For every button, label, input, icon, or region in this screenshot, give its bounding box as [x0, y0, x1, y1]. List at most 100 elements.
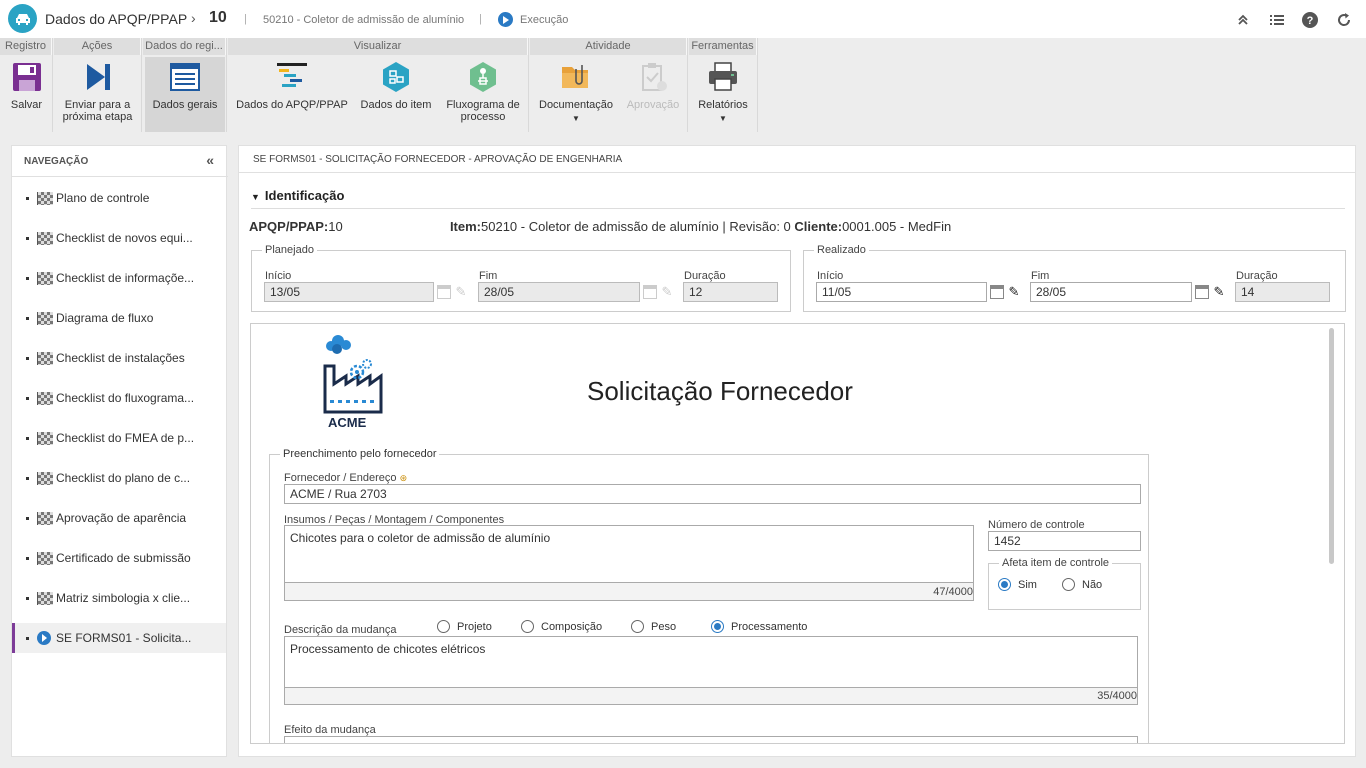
clear-brush-icon[interactable]: ✎	[1007, 285, 1021, 299]
checkered-flag-icon	[37, 391, 53, 405]
main-panel: SE FORMS01 - SOLICITAÇÃO FORNECEDOR - AP…	[238, 145, 1356, 757]
change-effect-textarea[interactable]	[284, 736, 1138, 743]
radio-composicao[interactable]: Composição	[521, 620, 602, 633]
radio-label: Processamento	[731, 620, 808, 633]
folder-clip-icon	[560, 61, 592, 93]
record-description: 50210 - Coletor de admissão de alumínio	[263, 14, 465, 26]
svg-text:?: ?	[1307, 15, 1314, 27]
nav-item-checklist-novos-equipamentos[interactable]: Checklist de novos equi...	[12, 223, 226, 253]
bullet	[26, 356, 29, 360]
radio-selected	[998, 578, 1011, 591]
supplier-field[interactable]: ACME / Rua 2703	[284, 484, 1141, 504]
floppy-disk-icon	[11, 61, 43, 93]
radio-label: Sim	[1018, 578, 1037, 591]
control-number-label: Número de controle	[988, 519, 1085, 531]
radio-peso[interactable]: Peso	[631, 620, 676, 633]
radio-label: Composição	[541, 620, 603, 633]
change-description-textarea[interactable]: Processamento de chicotes elétricos	[284, 636, 1138, 688]
char-counter-bar	[284, 583, 974, 601]
nav-item-diagrama-fluxo[interactable]: Diagrama de fluxo	[12, 303, 226, 333]
reports-button[interactable]: Relatórios ▼	[689, 57, 757, 132]
nav-item-checklist-fluxograma[interactable]: Checklist do fluxograma...	[12, 383, 226, 413]
radio-sim[interactable]: Sim	[998, 578, 1037, 591]
ribbon-toolbar: Registro Salvar Ações Enviar para a próx…	[0, 38, 1366, 132]
nav-item-checklist-fmea[interactable]: Checklist do FMEA de p...	[12, 423, 226, 453]
radio-projeto[interactable]: Projeto	[437, 620, 492, 633]
nav-item-matriz-simbologia[interactable]: Matriz simbologia x clie...	[12, 583, 226, 613]
item-data-label: Dados do item	[360, 99, 432, 111]
nav-item-label: Checklist de informaçõe...	[56, 271, 195, 285]
calendar-icon	[437, 285, 451, 299]
ribbon-group-dados-registro: Dados do regi... Dados gerais	[143, 38, 227, 132]
clear-brush-icon: ✎	[455, 284, 467, 299]
nav-item-checklist-instalacoes[interactable]: Checklist de instalações	[12, 343, 226, 373]
calendar-icon[interactable]	[1195, 285, 1209, 299]
inputs-textarea[interactable]: Chicotes para o coletor de admissão de a…	[284, 525, 974, 583]
checkered-flag-icon	[37, 351, 53, 365]
form-title: Solicitação Fornecedor	[587, 376, 853, 406]
calendar-icon[interactable]	[990, 285, 1004, 299]
nav-item-label: Diagrama de fluxo	[56, 311, 154, 325]
documentation-button[interactable]: Documentação ▼	[534, 57, 618, 132]
car-icon	[8, 4, 37, 33]
play-icon	[37, 631, 51, 645]
change-effect-label: Efeito da mudança	[284, 724, 376, 736]
ribbon-group-title: Dados do regi...	[143, 38, 226, 55]
chevron-right-icon: ›	[191, 10, 196, 26]
approval-button[interactable]: Aprovação	[620, 57, 686, 132]
send-next-step-button[interactable]: Enviar para a próxima etapa	[54, 57, 141, 132]
affects-control-legend: Afeta item de controle	[1002, 557, 1110, 569]
collapse-left-icon[interactable]: «	[206, 152, 214, 168]
refresh-icon[interactable]	[1335, 11, 1353, 29]
dropdown-arrow-icon: ▼	[719, 114, 727, 123]
item-hexagon-icon	[380, 61, 412, 93]
radio-nao[interactable]: Não	[1062, 578, 1102, 591]
clear-brush-icon[interactable]: ✎	[1212, 285, 1226, 299]
client-label: Cliente:	[794, 219, 843, 234]
nav-item-checklist-informacoes[interactable]: Checklist de informaçõe...	[12, 263, 226, 293]
ribbon-group-title: Ações	[54, 38, 141, 55]
navigation-title: NAVEGAÇÃO	[24, 156, 89, 167]
bullet	[26, 316, 29, 320]
bullet	[26, 596, 29, 600]
record-number: 10	[209, 9, 227, 26]
planned-legend: Planejado	[265, 244, 314, 256]
apqp-data-button[interactable]: Dados do APQP/PPAP	[232, 57, 352, 132]
client-value: 0001.005 - MedFin	[842, 219, 952, 234]
help-icon[interactable]: ?	[1301, 11, 1319, 29]
bullet	[26, 436, 29, 440]
collapse-up-icon[interactable]	[1234, 11, 1252, 29]
checkered-flag-icon	[37, 271, 53, 285]
control-number-field[interactable]: 1452	[988, 531, 1141, 551]
nav-item-label: Checklist do fluxograma...	[56, 391, 195, 405]
nav-item-se-forms01[interactable]: SE FORMS01 - Solicita...	[12, 623, 226, 653]
nav-item-label: Checklist de instalações	[56, 351, 185, 365]
dropdown-arrow-icon: ▼	[572, 114, 580, 123]
send-label-line1: Enviar para a	[64, 99, 131, 111]
actual-end-field[interactable]: 28/05	[1030, 282, 1192, 302]
actual-duration-field: 14	[1235, 282, 1330, 302]
save-button[interactable]: Salvar	[0, 57, 53, 132]
apqp-value: 10	[328, 219, 343, 234]
apqp-data-label: Dados do APQP/PPAP	[236, 99, 348, 111]
radio-processamento[interactable]: Processamento	[711, 620, 807, 633]
actual-start-field[interactable]: 11/05	[816, 282, 987, 302]
radio-label: Não	[1082, 578, 1103, 591]
radio-selected	[711, 620, 724, 633]
nav-item-certificado-submissao[interactable]: Certificado de submissão	[12, 543, 226, 573]
list-icon[interactable]	[1268, 11, 1286, 29]
nav-item-plano-controle[interactable]: Plano de controle	[12, 183, 226, 213]
process-flowchart-button[interactable]: Fluxograma de processo	[440, 57, 526, 132]
vertical-scrollbar[interactable]	[1329, 328, 1334, 564]
item-data-button[interactable]: Dados do item	[356, 57, 436, 132]
supplier-legend: Preenchimento pelo fornecedor	[283, 448, 437, 460]
bullet	[26, 196, 29, 200]
nav-item-label: Checklist de novos equi...	[56, 231, 193, 245]
bullet	[26, 636, 29, 640]
section-identificacao[interactable]: ▼ Identificação	[251, 188, 344, 203]
nav-item-aprovacao-aparencia[interactable]: Aprovação de aparência	[12, 503, 226, 533]
general-data-button[interactable]: Dados gerais	[145, 57, 225, 132]
gantt-icon	[276, 61, 308, 93]
nav-item-label: Plano de controle	[56, 191, 150, 205]
nav-item-checklist-plano[interactable]: Checklist do plano de c...	[12, 463, 226, 493]
